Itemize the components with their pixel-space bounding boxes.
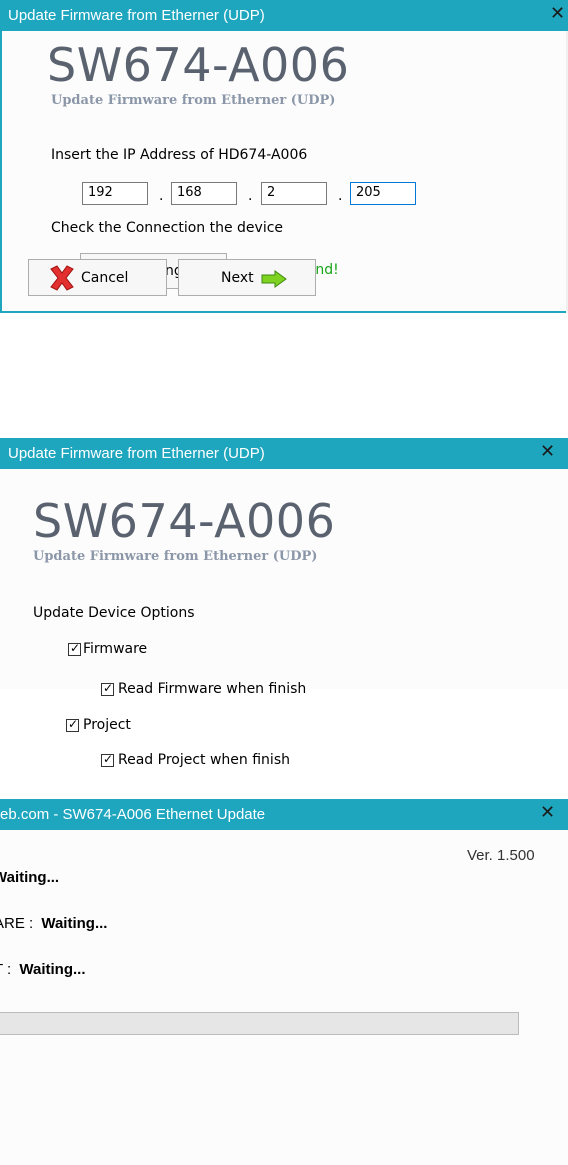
product-subtitle: Update Firmware from Etherner (UDP)	[51, 93, 336, 108]
close-icon[interactable]: ✕	[540, 802, 555, 823]
title-bar: Update Firmware from Etherner (UDP) ✕	[0, 438, 568, 469]
ip-separator: .	[159, 188, 164, 204]
project-option[interactable]: ✓ Project	[66, 717, 186, 735]
ip-separator: .	[248, 188, 253, 204]
project-status-value: Waiting...	[19, 961, 86, 978]
firmware-option[interactable]: ✓ Firmware	[68, 641, 188, 659]
ip-octet-4-input[interactable]: 205	[350, 182, 416, 205]
product-title: SW674-A006	[47, 38, 350, 92]
firmware-status-prefix: ARE :	[0, 915, 34, 932]
read-project-checkbox[interactable]: ✓	[101, 752, 114, 767]
close-icon[interactable]: ✕	[550, 3, 565, 24]
firmware-label: Firmware	[83, 641, 148, 657]
version-label: Ver. 1.500	[467, 847, 535, 864]
close-icon[interactable]: ✕	[540, 441, 555, 462]
ip-octet-3-input[interactable]: 2	[261, 182, 327, 205]
title-bar: Update Firmware from Etherner (UDP) ✕	[0, 0, 568, 31]
read-firmware-label: Read Firmware when finish	[118, 681, 307, 697]
ip-separator: .	[338, 188, 343, 204]
check-icon: ✓	[70, 641, 81, 655]
ip-address-label: Insert the IP Address of HD674-A006	[51, 147, 308, 163]
next-button-label: Next	[221, 270, 254, 286]
check-connection-label: Check the Connection the device	[51, 220, 284, 236]
window-title: eb.com - SW674-A006 Ethernet Update	[0, 806, 266, 823]
cancel-button-label: Cancel	[81, 270, 129, 286]
window-title: Update Firmware from Etherner (UDP)	[8, 445, 265, 462]
project-label: Project	[83, 717, 131, 733]
title-bar: eb.com - SW674-A006 Ethernet Update ✕	[0, 799, 568, 830]
firmware-status-label: ARE : Waiting...	[0, 915, 107, 932]
firmware-status-value: Waiting...	[41, 915, 108, 932]
status-line-1: Waiting...	[0, 869, 60, 886]
progress-bar	[0, 1012, 519, 1035]
check-icon: ✓	[68, 717, 79, 731]
ip-octet-2-input[interactable]: 168	[171, 182, 237, 205]
check-icon: ✓	[103, 681, 114, 695]
firmware-checkbox[interactable]: ✓	[68, 641, 81, 656]
cancel-button[interactable]: Cancel	[28, 259, 167, 296]
ip-octet-1-input[interactable]: 192	[82, 182, 148, 205]
next-button[interactable]: Next	[178, 259, 316, 296]
update-options-label: Update Device Options	[33, 605, 195, 621]
project-checkbox[interactable]: ✓	[66, 717, 79, 732]
window-title: Update Firmware from Etherner (UDP)	[8, 7, 265, 24]
product-subtitle: Update Firmware from Etherner (UDP)	[33, 549, 318, 564]
dialog-ethernet-update: eb.com - SW674-A006 Ethernet Update ✕ Ve…	[0, 799, 568, 1165]
green-arrow-icon	[261, 270, 287, 288]
read-firmware-option[interactable]: ✓ Read Firmware when finish	[101, 681, 361, 699]
content-panel	[0, 830, 568, 1165]
product-title: SW674-A006	[33, 494, 336, 548]
check-icon: ✓	[103, 752, 114, 766]
read-project-option[interactable]: ✓ Read Project when finish	[101, 752, 361, 770]
read-firmware-checkbox[interactable]: ✓	[101, 681, 114, 696]
project-status-prefix: T :	[0, 961, 12, 978]
read-project-label: Read Project when finish	[118, 752, 290, 768]
red-x-icon	[50, 265, 74, 291]
project-status-label: T : Waiting...	[0, 961, 86, 978]
